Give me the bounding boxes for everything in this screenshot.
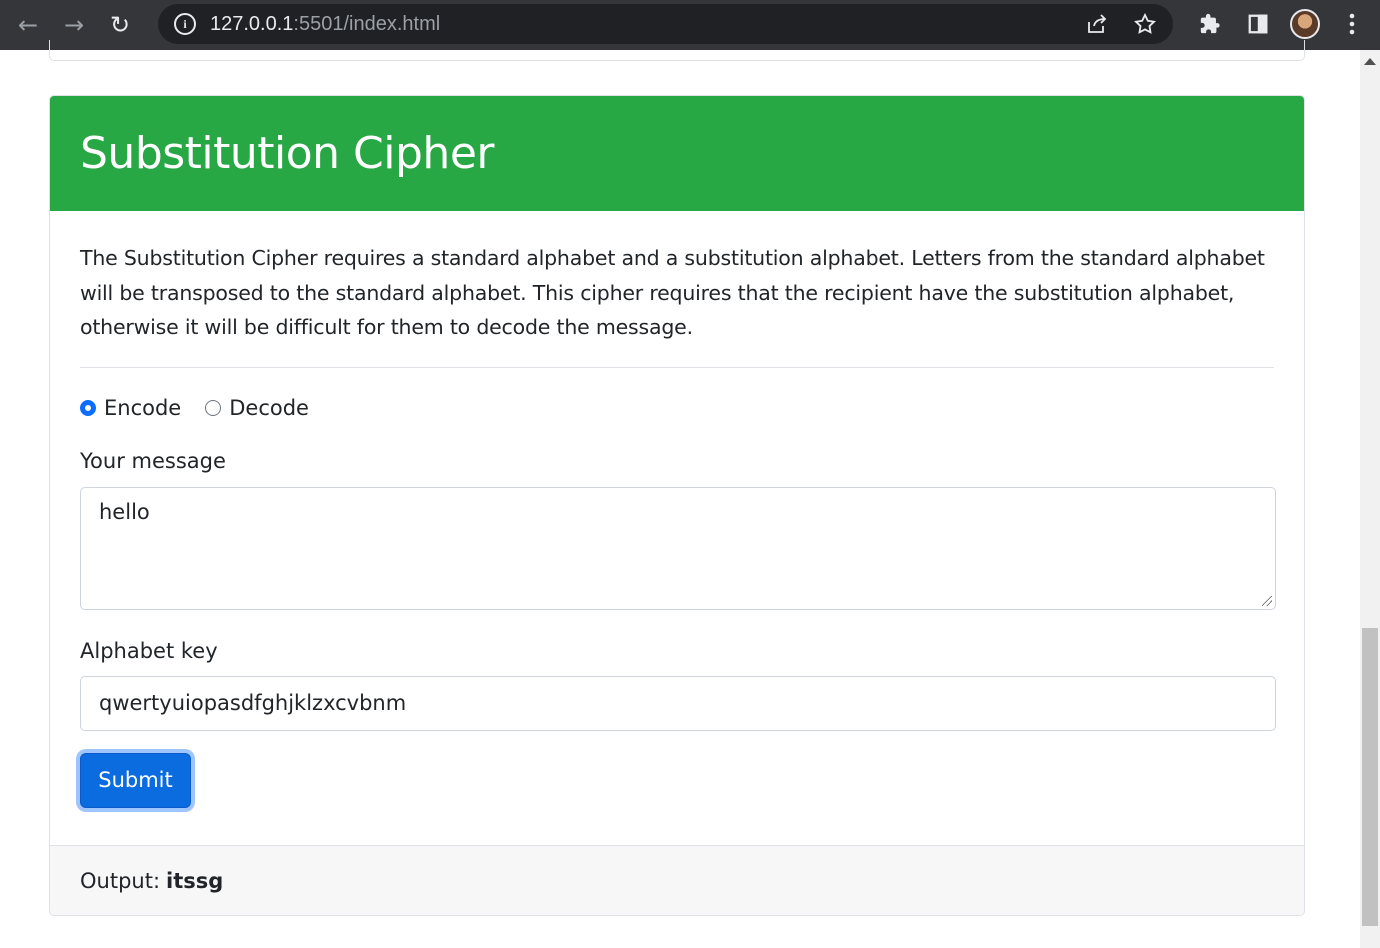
decode-label[interactable]: Decode (229, 396, 309, 420)
back-icon[interactable]: ← (10, 7, 46, 43)
message-label: Your message (80, 448, 226, 473)
alphabet-key-input[interactable]: qwertyuiopasdfghjklzxcvbnm (80, 675, 1276, 731)
decode-radio[interactable] (205, 399, 222, 416)
alphabet-key-label: Alphabet key (80, 638, 218, 663)
address-bar[interactable]: i 127.0.0.1:5501/index.html (158, 4, 1173, 44)
scroll-thumb[interactable] (1362, 628, 1378, 926)
card-title: Substitution Cipher (80, 128, 494, 179)
card-footer: Output: itssg (50, 845, 1304, 915)
encode-option[interactable]: Encode (80, 396, 181, 420)
encode-label[interactable]: Encode (104, 396, 181, 420)
encode-radio[interactable] (80, 399, 96, 416)
cipher-description: The Substitution Cipher requires a stand… (80, 246, 1265, 339)
profile-avatar[interactable] (1290, 9, 1320, 39)
card-body: The Substitution Cipher requires a stand… (50, 211, 1304, 808)
scroll-up-arrow-icon[interactable] (1364, 58, 1376, 65)
reload-icon[interactable]: ↻ (102, 7, 138, 43)
submit-button[interactable]: Submit (80, 752, 191, 808)
previous-card-edge (49, 40, 1305, 61)
divider (80, 366, 1274, 368)
url-text[interactable]: 127.0.0.1:5501/index.html (210, 13, 440, 36)
share-icon[interactable] (1083, 10, 1111, 38)
url-path: :5501/index.html (293, 12, 441, 35)
page-scrollbar[interactable] (1360, 50, 1380, 948)
alphabet-key-value: qwertyuiopasdfghjklzxcvbnm (99, 691, 407, 715)
mode-radio-group: Encode Decode (80, 392, 1274, 424)
url-host: 127.0.0.1 (210, 12, 294, 35)
bookmark-star-icon[interactable] (1131, 10, 1159, 38)
extensions-icon[interactable] (1194, 6, 1226, 42)
menu-kebab-icon[interactable] (1336, 6, 1368, 42)
site-info-icon[interactable]: i (174, 13, 196, 35)
output-value: itssg (166, 868, 224, 893)
decode-option[interactable]: Decode (205, 396, 309, 420)
card-header: Substitution Cipher (50, 96, 1304, 211)
message-textarea[interactable]: hello (80, 486, 1276, 610)
cipher-card: Substitution Cipher The Substitution Cip… (49, 95, 1305, 916)
resize-grip-icon[interactable] (1262, 595, 1272, 606)
side-panel-icon[interactable] (1242, 6, 1274, 42)
message-value: hello (99, 499, 150, 524)
output-label: Output: (80, 868, 161, 893)
forward-icon[interactable]: → (56, 7, 92, 43)
